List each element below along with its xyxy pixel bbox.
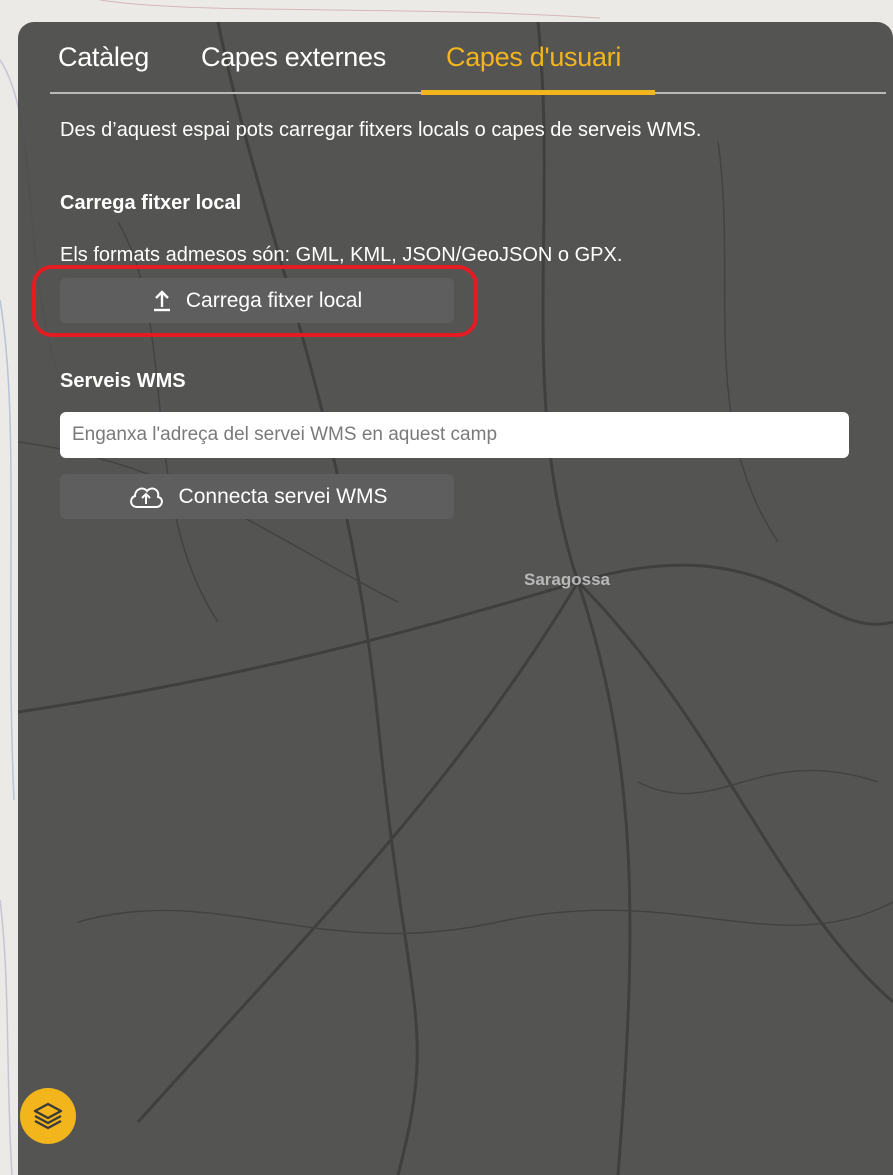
tab-capes-externes[interactable]: Capes externes: [201, 42, 386, 73]
panel-description: Des d’aquest espai pots carregar fitxers…: [60, 119, 702, 141]
load-local-file-label: Carrega fitxer local: [185, 288, 363, 312]
wms-url-input[interactable]: [60, 412, 849, 458]
layers-toggle-button[interactable]: [20, 1088, 76, 1144]
connect-wms-button[interactable]: Connecta servei WMS: [60, 474, 454, 519]
tab-bar: Catàleg Capes externes Capes d'usuari: [18, 22, 893, 95]
local-file-heading: Carrega fitxer local: [60, 192, 242, 214]
layers-panel: Catàleg Capes externes Capes d'usuari De…: [18, 22, 893, 1175]
map-city-label: Saragossa: [524, 570, 610, 589]
cloud-upload-icon: [129, 487, 163, 508]
layers-icon: [33, 1102, 63, 1130]
supported-formats-text: Els formats admesos són: GML, KML, JSON/…: [60, 244, 623, 266]
upload-icon: [153, 289, 170, 311]
connect-wms-label: Connecta servei WMS: [178, 484, 388, 508]
load-local-file-button[interactable]: Carrega fitxer local: [60, 278, 454, 323]
active-tab-indicator: [421, 90, 655, 95]
wms-heading: Serveis WMS: [60, 370, 186, 392]
tab-cataleg[interactable]: Catàleg: [58, 42, 149, 73]
tab-capes-usuari[interactable]: Capes d'usuari: [446, 42, 621, 73]
